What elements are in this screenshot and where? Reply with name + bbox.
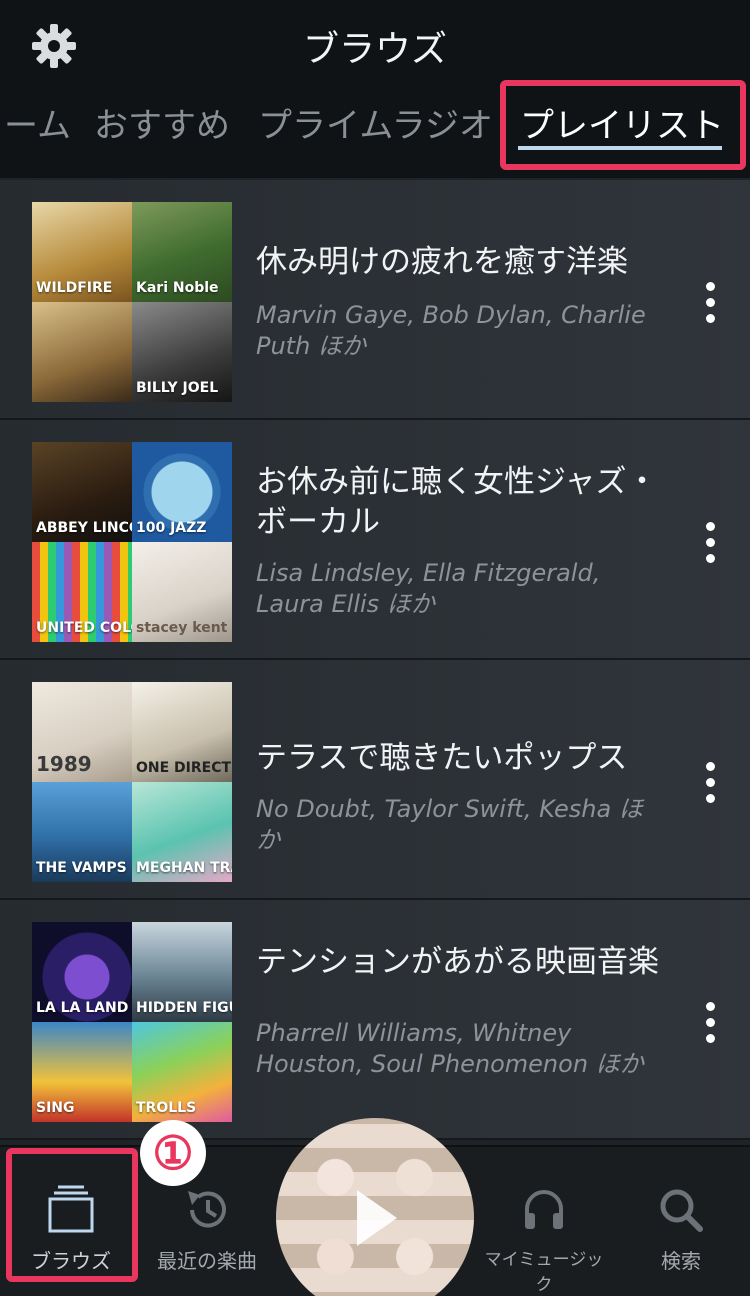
playlist-artwork: LA LA LAND HIDDEN FIGURES SING TROLLS [32,922,232,1122]
playlist-title: テンションがあがる映画音楽 [256,944,659,980]
playlist-row[interactable]: 1989 ONE DIRECTION THE VAMPS MEGHAN TRAI… [0,660,750,900]
album-cover: THE VAMPS [32,782,132,882]
highlight-browse-nav [6,1148,138,1282]
album-cover: ABBEY LINCOLN GOLDEN LADY [32,442,132,542]
album-cover: MEGHAN TRAINOR [132,782,232,882]
tab-recommended[interactable]: おすすめ [94,98,230,147]
highlight-playlists-tab [500,80,746,170]
play-icon[interactable] [357,1190,397,1246]
playlist-row[interactable]: ABBEY LINCOLN GOLDEN LADY 100 JAZZ UNITE… [0,420,750,660]
album-cover: TROLLS [132,1022,232,1122]
playlist-artists: No Doubt, Taylor Swift, Kesha ほか [256,795,643,854]
album-cover: Kari Noble [132,202,232,302]
step-badge-1: ① [140,1120,206,1186]
playlist-row[interactable]: LA LA LAND HIDDEN FIGURES SING TROLLS テン… [0,900,750,1140]
playlist-artwork: WILDFIRE Kari Noble BILLY JOEL [32,202,232,402]
playlist-artists: Lisa Lindsley, Ella Fitzgerald, Laura El… [256,559,601,618]
album-cover: WILDFIRE [32,202,132,302]
search-icon [660,1189,703,1232]
album-cover: HIDDEN FIGURES [132,922,232,1022]
more-options-icon[interactable] [698,762,722,810]
playlist-artists: Marvin Gaye, Bob Dylan, Charlie Puth ほか [256,301,646,360]
tab-prime-radio[interactable]: プライムラジオ [258,98,493,147]
browse-screen: ブラウズ ーム おすすめ プライムラジオ プレイリスト ② WILDFIRE K… [0,0,750,1296]
nav-my-music[interactable]: マイミュージック [479,1147,609,1296]
nav-label: 検索 [661,1249,701,1273]
album-cover: LA LA LAND [32,922,132,1022]
playlist-title: 休み明けの疲れを癒す洋楽 [256,244,628,280]
album-cover: UNITED COLORS OF JAZZ [32,542,132,642]
album-cover [32,302,132,402]
headphones-icon [525,1190,563,1229]
album-cover: BILLY JOEL [132,302,232,402]
page-title: ブラウズ [302,29,447,70]
tab-home-partial[interactable]: ーム [4,98,71,147]
album-cover: SING [32,1022,132,1122]
playlist-title: テラスで聴きたいポップス [256,740,628,776]
more-options-icon[interactable] [698,522,722,570]
more-options-icon[interactable] [698,1002,722,1050]
playlist-title: お休み前に聴く女性ジャズ・ボーカル [256,464,658,540]
nav-label: 最近の楽曲 [157,1249,257,1273]
album-cover: ONE DIRECTION [132,682,232,782]
history-icon [188,1191,226,1228]
nav-search[interactable]: 検索 [616,1147,746,1296]
more-options-icon[interactable] [698,282,722,330]
album-cover: stacey kent [132,542,232,642]
playlist-artwork: ABBEY LINCOLN GOLDEN LADY 100 JAZZ UNITE… [32,442,232,642]
album-cover: 100 JAZZ [132,442,232,542]
nav-label: マイミュージック [484,1250,604,1295]
playlist-artwork: 1989 ONE DIRECTION THE VAMPS MEGHAN TRAI… [32,682,232,882]
album-cover: 1989 [32,682,132,782]
playlist-artists: Pharrell Williams, Whitney Houston, Soul… [256,1019,644,1078]
playlist-row[interactable]: WILDFIRE Kari Noble BILLY JOEL 休み明けの疲れを癒… [0,180,750,420]
